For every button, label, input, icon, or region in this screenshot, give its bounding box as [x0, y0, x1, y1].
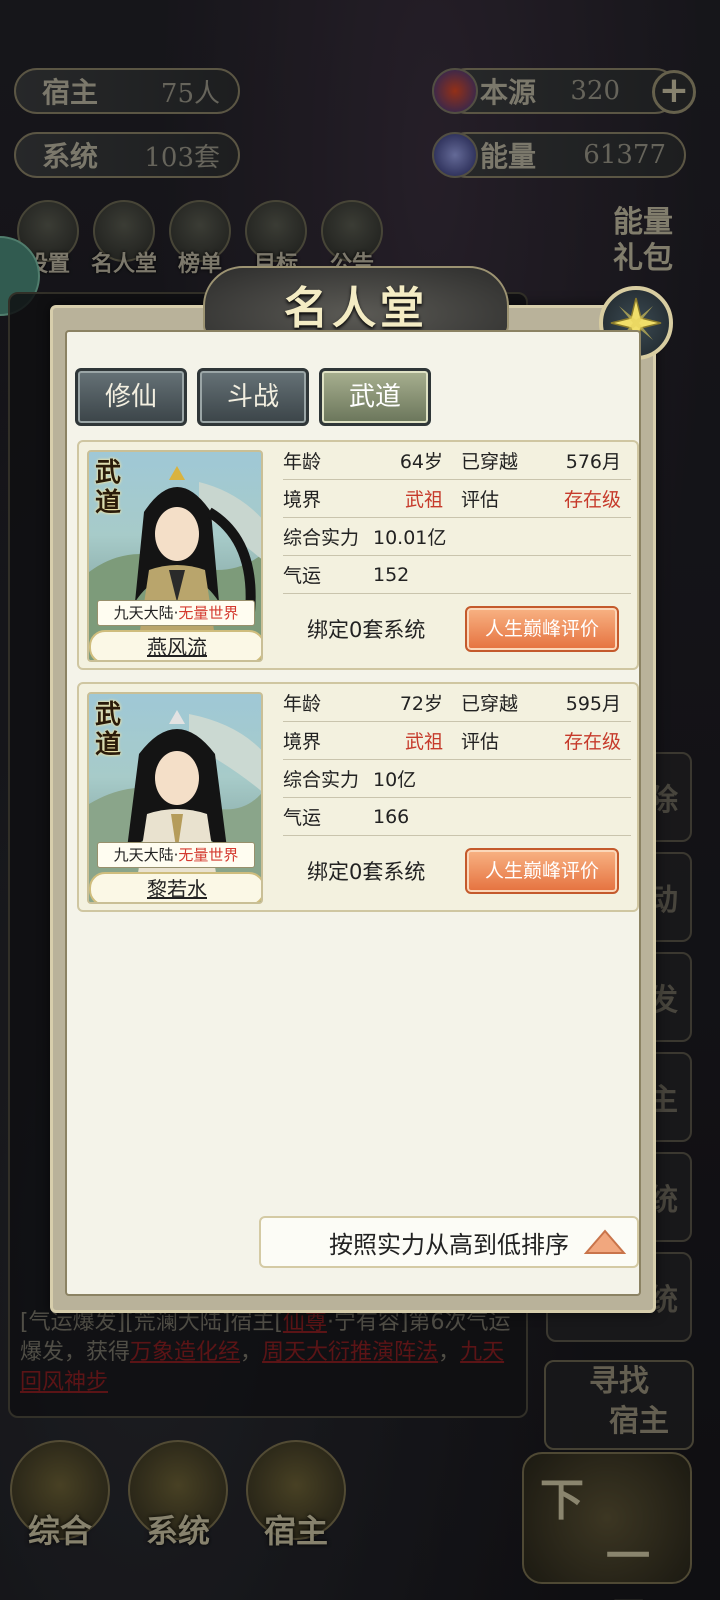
category-tabs: 修仙 斗战 武道 [75, 368, 431, 426]
dialog-body: 修仙 斗战 武道 武道 九天大陆·无量世界 燕风流 年龄 64岁 已穿越 576… [65, 330, 641, 1296]
stat-row-luck: 气运 152 [283, 556, 631, 594]
bind-systems-label: 绑定0套系统 [307, 618, 426, 642]
sort-label: 按照实力从高到低排序 [329, 1230, 569, 1259]
host-name[interactable]: 黎若水 [89, 872, 261, 902]
host-stats: 年龄 72岁 已穿越 595月 境界 武祖 评估 存在级 综合实力 10亿 气运 [283, 684, 631, 894]
tab-cultivation[interactable]: 修仙 [75, 368, 187, 426]
host-stats: 年龄 64岁 已穿越 576月 境界 武祖 评估 存在级 综合实力 10.01亿… [283, 442, 631, 652]
stat-row-age: 年龄 64岁 已穿越 576月 [283, 442, 631, 480]
world-label: 九天大陆·无量世界 [97, 600, 255, 626]
faction-label: 武道 [95, 700, 122, 760]
stat-row-luck: 气运 166 [283, 798, 631, 836]
hall-of-fame-dialog: 名人堂 修仙 斗战 武道 武道 九天大陆·无量世界 燕风流 年龄 64岁 已穿越… [50, 266, 673, 1313]
life-peak-rating-button[interactable]: 人生巅峰评价 [465, 606, 619, 652]
host-name[interactable]: 燕风流 [89, 630, 261, 660]
host-card[interactable]: 武道 九天大陆·无量世界 黎若水 年龄 72岁 已穿越 595月 境界 武祖 评… [77, 682, 639, 912]
host-portrait: 武道 九天大陆·无量世界 黎若水 [87, 692, 263, 904]
tab-battle[interactable]: 斗战 [197, 368, 309, 426]
world-label: 九天大陆·无量世界 [97, 842, 255, 868]
stat-row-realm: 境界 武祖 评估 存在级 [283, 722, 631, 760]
stat-row-power: 综合实力 10亿 [283, 760, 631, 798]
stat-row-realm: 境界 武祖 评估 存在级 [283, 480, 631, 518]
stat-row-power: 综合实力 10.01亿 [283, 518, 631, 556]
life-peak-rating-button[interactable]: 人生巅峰评价 [465, 848, 619, 894]
stat-row-age: 年龄 72岁 已穿越 595月 [283, 684, 631, 722]
host-portrait: 武道 九天大陆·无量世界 燕风流 [87, 450, 263, 662]
tab-martial[interactable]: 武道 [319, 368, 431, 426]
host-card[interactable]: 武道 九天大陆·无量世界 燕风流 年龄 64岁 已穿越 576月 境界 武祖 评… [77, 440, 639, 670]
bind-systems-label: 绑定0套系统 [307, 860, 426, 884]
dialog-title: 名人堂 [284, 283, 428, 334]
sort-up-triangle-icon [583, 1229, 627, 1254]
sort-toggle[interactable]: 按照实力从高到低排序 [259, 1216, 639, 1268]
faction-label: 武道 [95, 458, 122, 518]
